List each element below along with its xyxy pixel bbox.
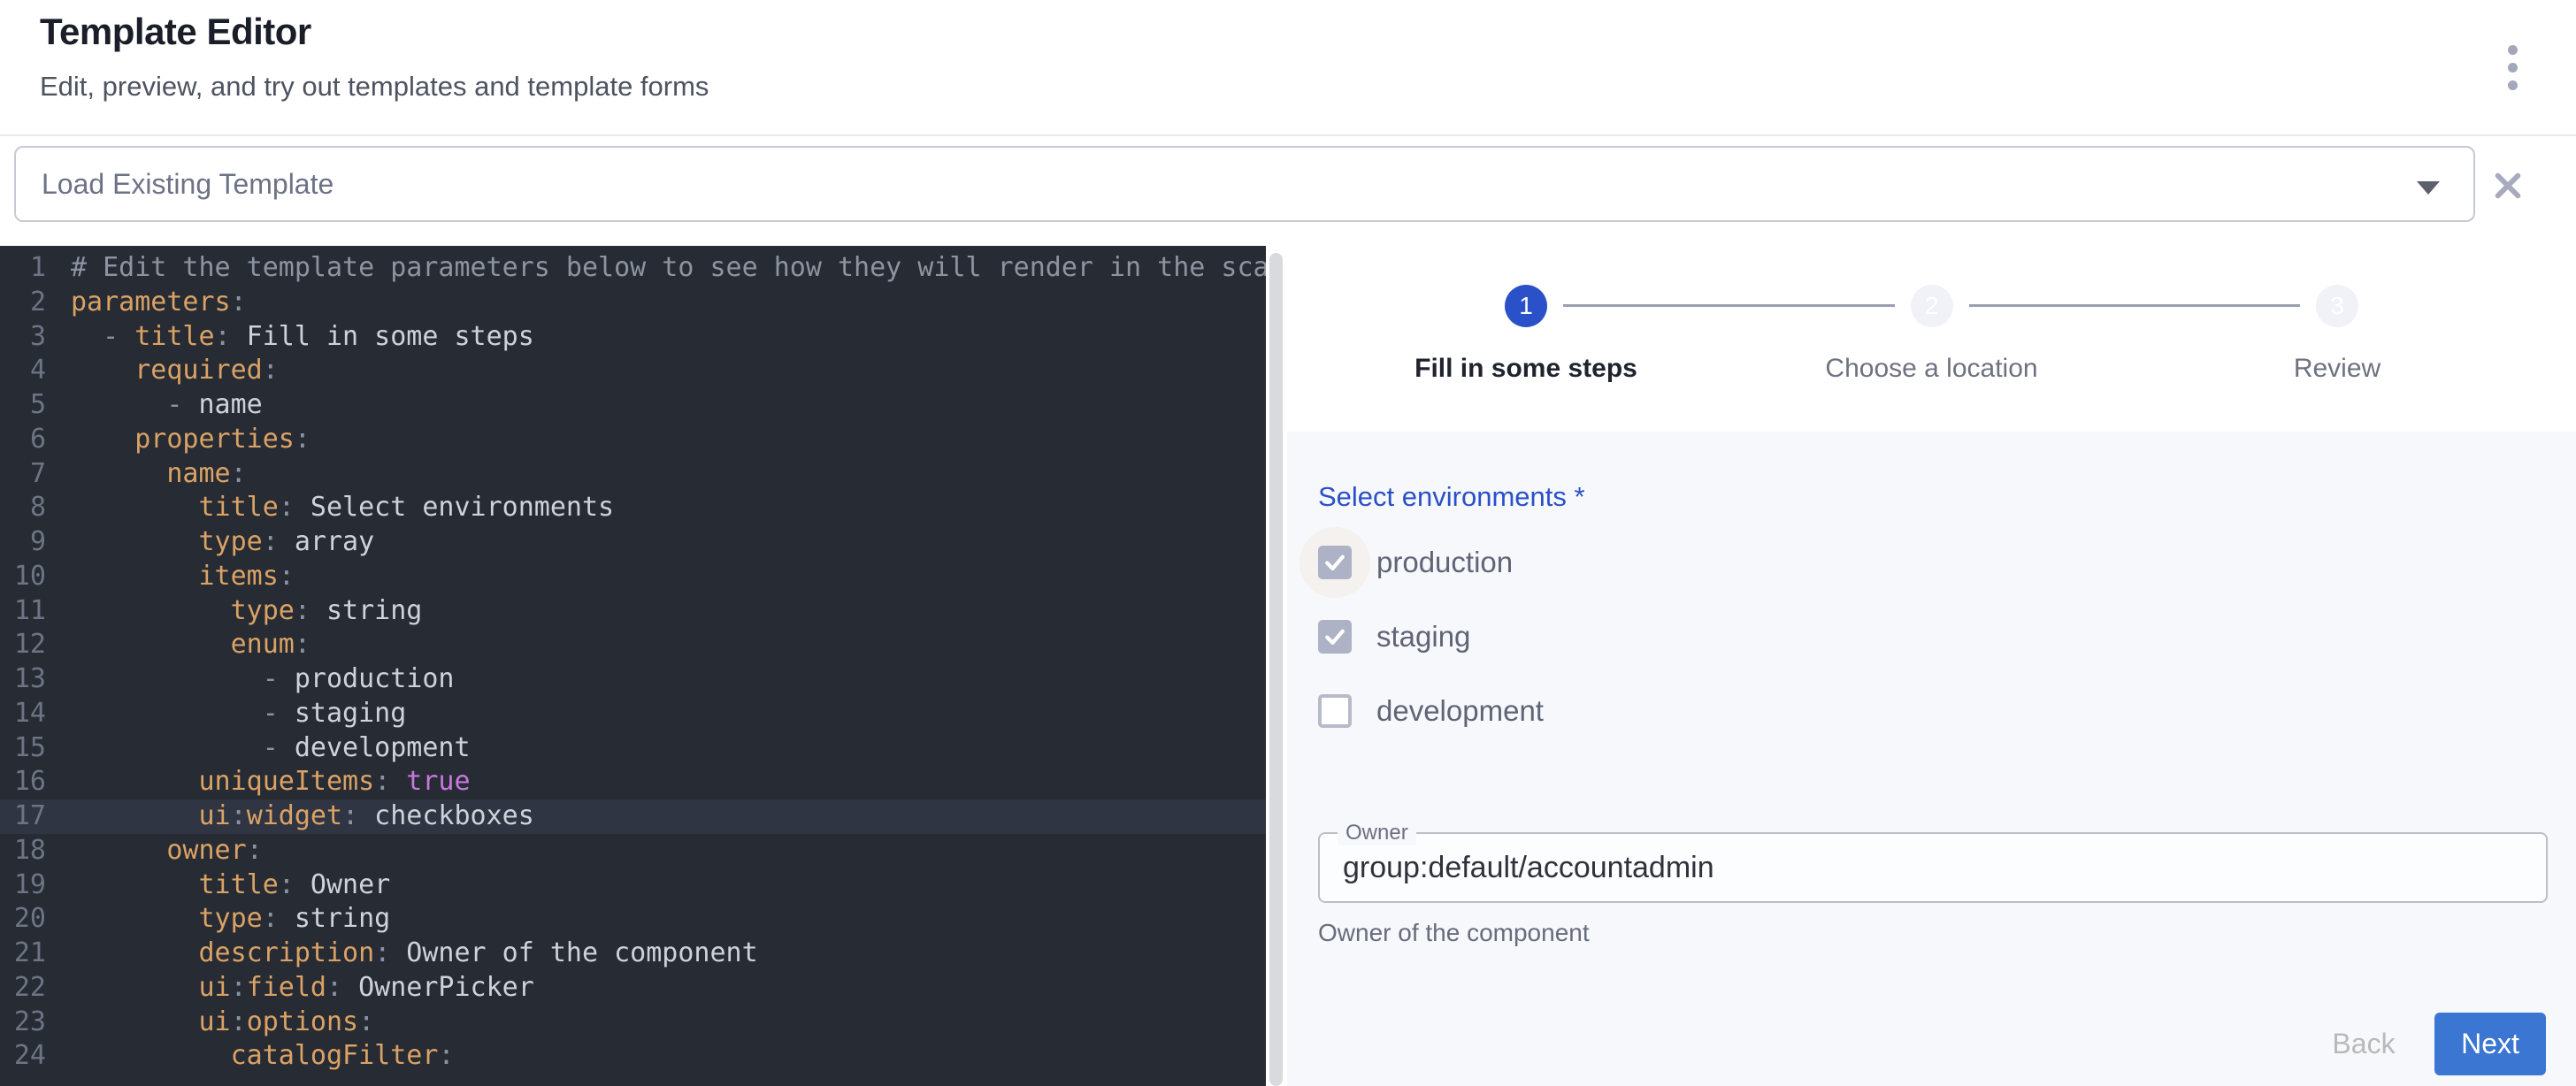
code-line[interactable]: 17 ui:widget: checkboxes (0, 799, 1266, 834)
line-number: 7 (0, 457, 46, 492)
editor-scrollbar (1266, 246, 1287, 1086)
code-line[interactable]: 5 - name (0, 388, 1266, 423)
checkbox-row-staging[interactable]: staging (1318, 600, 2576, 674)
code-line[interactable]: 16 uniqueItems: true (0, 765, 1266, 799)
line-number: 24 (0, 1039, 46, 1074)
step-label: Choose a location (1825, 354, 2037, 384)
load-template-row: Load Existing Template (0, 138, 2576, 246)
field-group-label: Select environments * (1318, 481, 2576, 513)
code-line[interactable]: 12 enum: (0, 628, 1266, 662)
line-number: 8 (0, 491, 46, 525)
line-number: 13 (0, 662, 46, 697)
line-number: 19 (0, 868, 46, 903)
checkbox-production[interactable] (1318, 546, 1352, 579)
line-number: 20 (0, 902, 46, 937)
checkbox-row-production[interactable]: production (1318, 525, 2576, 600)
checkbox-label[interactable]: development (1376, 694, 1544, 728)
code-line[interactable]: 7 name: (0, 457, 1266, 492)
form-area: Select environments * production staging d… (1287, 432, 2576, 1086)
step-label: Fill in some steps (1414, 354, 1637, 384)
code-line[interactable]: 18 owner: (0, 834, 1266, 868)
code-line[interactable]: 4 required: (0, 354, 1266, 388)
line-number: 1 (0, 251, 46, 286)
checkbox-row-development[interactable]: development (1318, 674, 2576, 748)
line-number: 15 (0, 731, 46, 766)
chevron-down-icon (2417, 181, 2440, 195)
code-line[interactable]: 9 type: array (0, 525, 1266, 560)
checkbox-label[interactable]: staging (1376, 620, 1470, 654)
step-review: 3 Review (2178, 246, 2496, 384)
line-number: 17 (0, 799, 46, 834)
line-number: 18 (0, 834, 46, 868)
line-number: 14 (0, 697, 46, 731)
required-marker: * (1575, 481, 1585, 512)
step-fill-in-some-steps: 1 Fill in some steps (1367, 246, 1685, 384)
code-line[interactable]: 3 - title: Fill in some steps (0, 320, 1266, 355)
code-line[interactable]: 13 - production (0, 662, 1266, 697)
line-number: 4 (0, 354, 46, 388)
owner-input[interactable] (1320, 834, 2546, 901)
owner-helper-text: Owner of the component (1318, 919, 1590, 947)
editor-scrollbar-thumb[interactable] (1269, 253, 1283, 1086)
code-editor[interactable]: 1# Edit the template parameters below to… (0, 246, 1266, 1086)
code-line[interactable]: 10 items: (0, 560, 1266, 594)
load-template-select-label: Load Existing Template (42, 168, 334, 201)
checkbox-staging[interactable] (1318, 620, 1352, 654)
line-number: 11 (0, 594, 46, 629)
code-line[interactable]: 6 properties: (0, 423, 1266, 457)
line-number: 3 (0, 320, 46, 355)
line-number: 21 (0, 937, 46, 971)
code-line[interactable]: 23 ui:options: (0, 1006, 1266, 1040)
owner-field: Owner (1318, 832, 2548, 903)
page-header: Template Editor Edit, preview, and try o… (0, 0, 2576, 136)
code-line[interactable]: 14 - staging (0, 697, 1266, 731)
code-line[interactable]: 22 ui:field: OwnerPicker (0, 971, 1266, 1006)
step-circle: 3 (2316, 285, 2358, 327)
owner-field-label: Owner (1338, 821, 1416, 845)
code-line[interactable]: 8 title: Select environments (0, 491, 1266, 525)
checkbox-label[interactable]: production (1376, 546, 1513, 579)
code-line[interactable]: 21 description: Owner of the component (0, 937, 1266, 971)
preview-panel: 1 Fill in some steps 2 Choose a location 3 Re… (1287, 246, 2576, 1086)
code-line[interactable]: 24 catalogFilter: (0, 1039, 1266, 1074)
page-title: Template Editor (40, 11, 311, 53)
code-line[interactable]: 1# Edit the template parameters below to… (0, 251, 1266, 286)
checkbox-group: production staging development (1318, 525, 2576, 748)
code-line[interactable]: 2parameters: (0, 286, 1266, 320)
line-number: 23 (0, 1006, 46, 1040)
code-line[interactable]: 15 - development (0, 731, 1266, 766)
stepper: 1 Fill in some steps 2 Choose a location 3 Re… (1287, 246, 2576, 432)
step-choose-a-location: 2 Choose a location (1773, 246, 2091, 384)
code-line[interactable]: 19 title: Owner (0, 868, 1266, 903)
close-icon[interactable] (2488, 166, 2527, 205)
code-line[interactable]: 20 type: string (0, 902, 1266, 937)
step-circle: 2 (1911, 285, 1953, 327)
load-template-select[interactable]: Load Existing Template (14, 146, 2475, 222)
line-number: 6 (0, 423, 46, 457)
line-number: 2 (0, 286, 46, 320)
back-button[interactable]: Back (2311, 1013, 2417, 1075)
kebab-menu-icon[interactable] (2493, 39, 2532, 96)
step-label: Review (2294, 354, 2380, 384)
line-number: 5 (0, 388, 46, 423)
line-number: 12 (0, 628, 46, 662)
page-subtitle: Edit, preview, and try out templates and… (40, 71, 709, 103)
line-number: 16 (0, 765, 46, 799)
line-number: 9 (0, 525, 46, 560)
code-editor-lines: 1# Edit the template parameters below to… (0, 251, 1266, 1074)
code-line[interactable]: 11 type: string (0, 594, 1266, 629)
line-number: 10 (0, 560, 46, 594)
checkbox-development[interactable] (1318, 694, 1352, 728)
next-button[interactable]: Next (2434, 1013, 2546, 1075)
step-circle: 1 (1505, 285, 1547, 327)
line-number: 22 (0, 971, 46, 1006)
